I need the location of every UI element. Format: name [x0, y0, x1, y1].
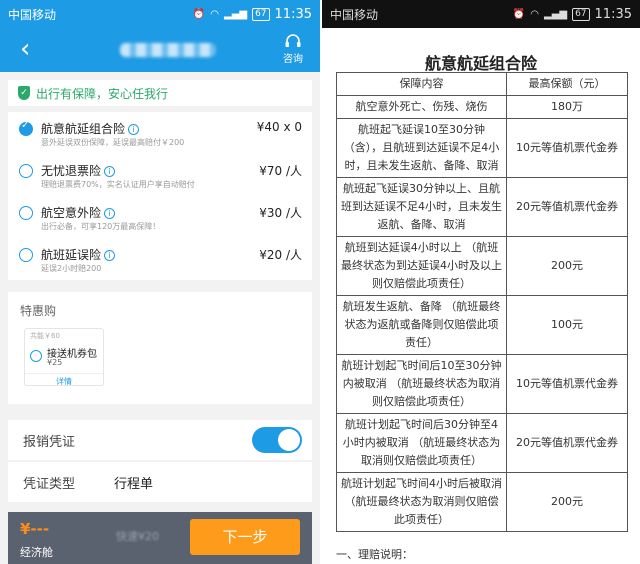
info-icon[interactable]: i: [104, 208, 116, 219]
coverage-amount: 200元: [506, 472, 628, 532]
insurance-item[interactable]: 航意航延组合险i 意外延误双份保障，延误最高赔付￥200 ¥40 x 0: [8, 112, 312, 154]
special-offers: 特惠购 共能￥60 接送机券包 ¥25 详情: [8, 292, 312, 404]
insurance-desc: 理赔退票费70%，实名认证用户享自动赔付: [41, 180, 195, 189]
insurance-name: 航班延误险: [41, 248, 102, 262]
booking-screen: 中国移动 ⏰ ◠ ▂▄▆ 67 11:35 ‹ 咨询 ✓ 出行有保障，安心任我行…: [0, 0, 320, 564]
insurance-terms-screen: 中国移动 ⏰ ◠ ▂▄▆ 67 11:35 航意航延组合险 保障内容 最高保额（…: [322, 0, 640, 564]
radio-selected[interactable]: [19, 120, 33, 136]
next-step-button[interactable]: 下一步: [190, 519, 300, 555]
price-detail[interactable]: 快速¥20: [116, 528, 159, 544]
signal-icon: ▂▄▆: [224, 8, 248, 20]
bottom-bar: ¥--- 经济舱 快速¥20 下一步: [8, 512, 312, 564]
table-row: 航班到达延误4小时以上 （航班最终状态为到达延误4小时及以上则仅赔偿此项责任） 2…: [336, 236, 628, 296]
table-row: 航班起飞延误30分钟以上、且航班到达延误不足4小时，且未发生返航、备降、取消 20…: [336, 177, 628, 237]
insurance-price: ¥20 /人: [259, 248, 302, 262]
coverage-item: 航班到达延误4小时以上 （航班最终状态为到达延误4小时及以上则仅赔偿此项责任）: [336, 236, 507, 296]
info-icon[interactable]: i: [104, 250, 116, 261]
insurance-price: ¥40 x 0: [256, 120, 302, 134]
carrier-label: 中国移动: [8, 7, 57, 22]
chevron-left-icon[interactable]: ‹: [20, 35, 30, 63]
radio-unselected[interactable]: [19, 164, 33, 178]
clock: 11:35: [274, 6, 312, 22]
table-row: 航班计划起飞时间4小时后被取消 （航班最终状态为取消则仅赔偿此项责任） 200元: [336, 472, 628, 532]
coverage-amount: 10元等值机票代金券: [506, 354, 628, 414]
coverage-amount: 20元等值机票代金券: [506, 177, 628, 237]
status-bar: 中国移动 ⏰ ◠ ▂▄▆ 67 11:35: [0, 0, 320, 28]
invoice-type-label: 凭证类型: [23, 477, 76, 492]
radio-unselected[interactable]: [19, 206, 33, 220]
terms-title: 航意航延组合险: [424, 54, 537, 73]
table-row: 航班发生返航、备降 （航班最终状态为返航或备降则仅赔偿此项责任） 100元: [336, 295, 628, 355]
info-icon[interactable]: i: [128, 124, 140, 135]
coverage-item: 航班计划起飞时间后30分钟至4小时内被取消 （航班最终状态为取消则仅赔偿此项责任…: [336, 413, 507, 473]
coupon-card[interactable]: 共能￥60 接送机券包 ¥25 详情: [24, 328, 104, 386]
wifi-icon: ◠: [530, 8, 539, 20]
insurance-name: 无忧退票险: [41, 164, 102, 178]
app-header: ‹ 咨询: [0, 28, 320, 72]
insurance-name: 航意航延组合险: [41, 122, 126, 136]
table-row: 航班计划起飞时间后30分钟至4小时内被取消 （航班最终状态为取消则仅赔偿此项责任…: [336, 413, 628, 473]
coupon-detail-link[interactable]: 详情: [25, 373, 103, 387]
coverage-item: 航班计划起飞时间后10至30分钟内被取消 （航班最终状态为取消则仅赔偿此项责任）: [336, 354, 507, 414]
coverage-item: 航班发生返航、备降 （航班最终状态为返航或备降则仅赔偿此项责任）: [336, 295, 507, 355]
radio-unselected[interactable]: [30, 350, 42, 362]
coverage-item: 航班计划起飞时间4小时后被取消 （航班最终状态为取消则仅赔偿此项责任）: [336, 472, 507, 532]
banner-text: 出行有保障，安心任我行: [36, 86, 169, 101]
coverage-item: 航班起飞延误30分钟以上、且航班到达延误不足4小时，且未发生返航、备降、取消: [336, 177, 507, 237]
wifi-icon: ◠: [210, 8, 219, 20]
column-header: 最高保额（元）: [506, 72, 628, 96]
coverage-table: 保障内容 最高保额（元） 航空意外死亡、伤残、烧伤 180万 航班起飞延误10至3…: [336, 72, 628, 532]
insurance-desc: 意外延误双份保障，延误最高赔付￥200: [41, 138, 185, 147]
invoice-type-value: 行程单: [114, 477, 154, 492]
insurance-item[interactable]: 航班延误险 i 延误2小时赔200 ¥20 /人: [8, 238, 312, 280]
shield-check-icon: ✓: [18, 86, 30, 100]
clock: 11:35: [594, 6, 632, 22]
insurance-desc: 出行必备，可享120万最高保障！: [41, 222, 161, 231]
safety-banner: ✓ 出行有保障，安心任我行: [8, 80, 312, 106]
insurance-list: 航意航延组合险i 意外延误双份保障，延误最高赔付￥200 ¥40 x 0 无忧退…: [8, 112, 312, 280]
coverage-item: 航空意外死亡、伤残、烧伤: [336, 95, 507, 119]
consult-button[interactable]: 咨询: [278, 33, 308, 65]
insurance-price: ¥30 /人: [259, 206, 302, 220]
alarm-icon: ⏰: [192, 8, 206, 20]
carrier-label: 中国移动: [330, 7, 379, 22]
insurance-item[interactable]: 无忧退票险 i 理赔退票费70%，实名认证用户享自动赔付 ¥70 /人: [8, 154, 312, 196]
battery-icon: 67: [572, 7, 590, 21]
table-row: 航空意外死亡、伤残、烧伤 180万: [336, 95, 628, 119]
column-header: 保障内容: [336, 72, 507, 96]
invoice-toggle[interactable]: [252, 427, 302, 453]
coverage-amount: 200元: [506, 236, 628, 296]
insurance-desc: 延误2小时赔200: [41, 264, 102, 273]
signal-icon: ▂▄▆: [544, 8, 568, 20]
coverage-amount: 100元: [506, 295, 628, 355]
table-row: 航班计划起飞时间后10至30分钟内被取消 （航班最终状态为取消则仅赔偿此项责任）…: [336, 354, 628, 414]
insurance-price: ¥70 /人: [259, 164, 302, 178]
total-price: ¥---: [20, 520, 50, 538]
coverage-amount: 20元等值机票代金券: [506, 413, 628, 473]
table-header-row: 保障内容 最高保额（元）: [336, 72, 628, 96]
invoice-type-row[interactable]: 凭证类型 行程单: [8, 462, 312, 502]
radio-unselected[interactable]: [19, 248, 33, 262]
claims-note-heading: 一、理赔说明：: [336, 548, 413, 561]
coverage-amount: 180万: [506, 95, 628, 119]
coverage-item: 航班起飞延误10至30分钟（含），且航班到达延误不足4小时，且未发生返航、备降、…: [336, 118, 507, 178]
coupon-price: ¥25: [47, 358, 63, 367]
invoice-toggle-row: 报销凭证: [8, 420, 312, 460]
alarm-icon: ⏰: [512, 8, 526, 20]
special-title: 特惠购: [20, 304, 57, 318]
coverage-amount: 10元等值机票代金券: [506, 118, 628, 178]
consult-label: 咨询: [283, 54, 303, 65]
blurred-title: [120, 43, 216, 57]
coupon-tag: 共能￥60: [30, 332, 60, 340]
invoice-label: 报销凭证: [23, 435, 76, 450]
headset-icon: [285, 34, 301, 47]
status-bar: 中国移动 ⏰ ◠ ▂▄▆ 67 11:35: [322, 0, 640, 28]
battery-icon: 67: [252, 7, 270, 21]
table-row: 航班起飞延误10至30分钟（含），且航班到达延误不足4小时，且未发生返航、备降、…: [336, 118, 628, 178]
insurance-item[interactable]: 航空意外险 i 出行必备，可享120万最高保障！ ¥30 /人: [8, 196, 312, 238]
insurance-name: 航空意外险: [41, 206, 102, 220]
info-icon[interactable]: i: [104, 166, 116, 177]
cabin-class: 经济舱: [20, 546, 53, 559]
